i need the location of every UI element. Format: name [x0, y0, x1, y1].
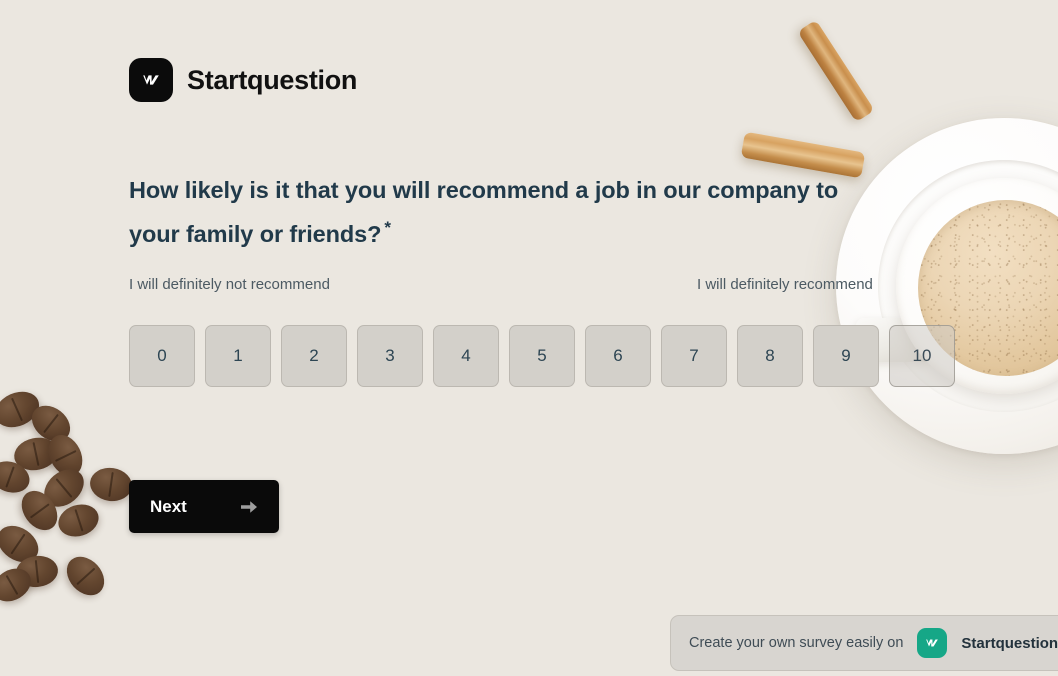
coffee-bean: [24, 398, 78, 449]
cinnamon-stick-upper: [797, 19, 875, 123]
promo-badge[interactable]: Create your own survey easily on Startqu…: [670, 615, 1058, 671]
scale-option-2[interactable]: 2: [281, 325, 347, 387]
coffee-bean: [87, 465, 135, 504]
arrow-right-icon: [239, 498, 259, 516]
scale-high-anchor-label: I will definitely recommend: [697, 276, 873, 293]
brand-header: Startquestion: [129, 58, 357, 102]
scale-option-3[interactable]: 3: [357, 325, 423, 387]
survey-page: Startquestion How likely is it that you …: [0, 0, 1058, 676]
coffee-bean: [0, 456, 34, 498]
scale-low-anchor-label: I will definitely not recommend: [129, 276, 330, 293]
nps-scale: 0 1 2 3 4 5 6 7 8 9 10: [129, 325, 955, 387]
promo-brand-name: Startquestion: [961, 634, 1058, 652]
coffee-bean: [42, 429, 89, 482]
question-text: How likely is it that you will recommend…: [129, 177, 839, 247]
scale-option-7[interactable]: 7: [661, 325, 727, 387]
coffee-bean: [59, 549, 112, 603]
next-button-label: Next: [150, 496, 187, 516]
scale-option-8[interactable]: 8: [737, 325, 803, 387]
scale-option-5[interactable]: 5: [509, 325, 575, 387]
coffee-bean: [0, 385, 45, 434]
coffee-bean: [14, 553, 60, 590]
coffee-bean: [0, 518, 46, 570]
scale-option-10[interactable]: 10: [889, 325, 955, 387]
coffee-bean: [14, 483, 65, 538]
scale-option-4[interactable]: 4: [433, 325, 499, 387]
promo-text: Create your own survey easily on: [689, 635, 904, 651]
required-asterisk: *: [384, 218, 391, 237]
brand-name: Startquestion: [187, 64, 358, 95]
scale-option-1[interactable]: 1: [205, 325, 271, 387]
scale-option-9[interactable]: 9: [813, 325, 879, 387]
scale-option-6[interactable]: 6: [585, 325, 651, 387]
scale-option-0[interactable]: 0: [129, 325, 195, 387]
coffee-bean: [0, 562, 37, 608]
coffee-bean: [54, 499, 103, 542]
w-logo-icon: [917, 628, 948, 658]
w-logo-icon: [129, 58, 173, 102]
coffee-bean: [36, 461, 92, 515]
coffee-bean: [11, 433, 61, 475]
next-button[interactable]: Next: [129, 480, 279, 533]
question-title: How likely is it that you will recommend…: [129, 172, 889, 253]
